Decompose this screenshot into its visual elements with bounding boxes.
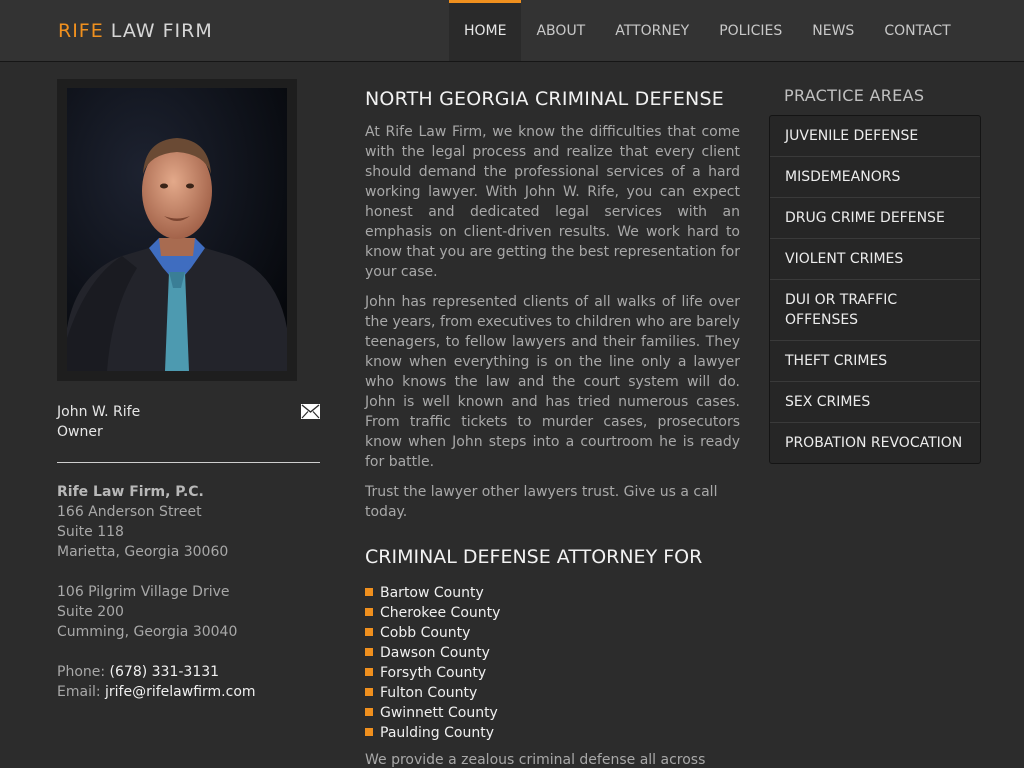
list-item[interactable]: Paulding County xyxy=(365,723,500,743)
attorney-portrait-image xyxy=(67,88,287,371)
office1-street: 166 Anderson Street xyxy=(57,504,202,520)
county-link[interactable]: Bartow County xyxy=(380,585,484,601)
bullet-square-icon xyxy=(365,708,373,716)
county-link[interactable]: Fulton County xyxy=(380,685,477,701)
county-link[interactable]: Gwinnett County xyxy=(380,705,498,721)
main-content: NORTH GEORGIA CRIMINAL DEFENSE At Rife L… xyxy=(365,88,740,522)
attorney-name: John W. Rife xyxy=(57,404,141,420)
nav-attorney[interactable]: ATTORNEY xyxy=(600,0,704,61)
site-logo[interactable]: RIFE LAW FIRM xyxy=(58,20,213,42)
attorney-role: Owner xyxy=(57,424,103,440)
email-label: Email: xyxy=(57,684,101,700)
county-link[interactable]: Cherokee County xyxy=(380,605,500,621)
list-item[interactable]: Gwinnett County xyxy=(365,703,500,723)
practice-item-juvenile-defense[interactable]: JUVENILE DEFENSE xyxy=(770,116,980,156)
page-title: NORTH GEORGIA CRIMINAL DEFENSE xyxy=(365,88,724,110)
phone-link[interactable]: (678) 331-3131 xyxy=(110,664,220,680)
bullet-square-icon xyxy=(365,648,373,656)
list-item[interactable]: Cobb County xyxy=(365,623,500,643)
nav-home[interactable]: HOME xyxy=(449,0,522,61)
bullet-square-icon xyxy=(365,728,373,736)
county-link[interactable]: Dawson County xyxy=(380,645,490,661)
main-nav: HOME ABOUT ATTORNEY POLICIES NEWS CONTAC… xyxy=(449,0,966,61)
practice-item-drug-crime-defense[interactable]: DRUG CRIME DEFENSE xyxy=(770,197,980,238)
county-link[interactable]: Paulding County xyxy=(380,725,494,741)
closing-text: We provide a zealous criminal defense al… xyxy=(365,752,706,768)
office2-city: Cumming, Georgia 30040 xyxy=(57,624,238,640)
bullet-square-icon xyxy=(365,608,373,616)
bullet-square-icon xyxy=(365,628,373,636)
attorney-photo-frame xyxy=(57,79,297,381)
attorney-photo xyxy=(67,88,287,371)
trust-paragraph: Trust the lawyer other lawyers trust. Gi… xyxy=(365,484,718,520)
list-item[interactable]: Fulton County xyxy=(365,683,500,703)
nav-about[interactable]: ABOUT xyxy=(521,0,600,61)
site-header: RIFE LAW FIRM HOME ABOUT ATTORNEY POLICI… xyxy=(0,0,1024,62)
logo-part-law-firm: LAW FIRM xyxy=(110,20,213,42)
email-link[interactable]: jrife@rifelawfirm.com xyxy=(105,684,256,700)
list-item[interactable]: Bartow County xyxy=(365,583,500,603)
nav-news[interactable]: NEWS xyxy=(797,0,869,61)
phone-label: Phone: xyxy=(57,664,106,680)
intro-paragraph: At Rife Law Firm, we know the difficulti… xyxy=(365,124,740,280)
phone-line: Phone: (678) 331-3131 xyxy=(57,662,327,682)
nav-policies[interactable]: POLICIES xyxy=(704,0,797,61)
practice-item-sex-crimes[interactable]: SEX CRIMES xyxy=(770,381,980,422)
section-heading-counties: CRIMINAL DEFENSE ATTORNEY FOR xyxy=(365,546,703,568)
bullet-square-icon xyxy=(365,668,373,676)
logo-part-rife: RIFE xyxy=(58,20,104,42)
list-item[interactable]: Dawson County xyxy=(365,643,500,663)
bullet-square-icon xyxy=(365,588,373,596)
list-item[interactable]: Cherokee County xyxy=(365,603,500,623)
county-link[interactable]: Cobb County xyxy=(380,625,470,641)
county-list: Bartow County Cherokee County Cobb Count… xyxy=(365,583,500,743)
practice-item-dui-traffic[interactable]: DUI OR TRAFFIC OFFENSES xyxy=(770,279,980,340)
practice-item-misdemeanors[interactable]: MISDEMEANORS xyxy=(770,156,980,197)
attorney-card: John W. Rife Owner xyxy=(57,402,140,442)
nav-contact[interactable]: CONTACT xyxy=(869,0,965,61)
office2-street: 106 Pilgrim Village Drive xyxy=(57,584,230,600)
list-item[interactable]: Forsyth County xyxy=(365,663,500,683)
email-line: Email: jrife@rifelawfirm.com xyxy=(57,682,327,702)
office1-suite: Suite 118 xyxy=(57,524,124,540)
bullet-square-icon xyxy=(365,688,373,696)
email-icon[interactable] xyxy=(301,404,320,423)
practice-areas-menu: JUVENILE DEFENSE MISDEMEANORS DRUG CRIME… xyxy=(769,115,981,464)
practice-item-probation-revocation[interactable]: PROBATION REVOCATION xyxy=(770,422,980,463)
practice-item-violent-crimes[interactable]: VIOLENT CRIMES xyxy=(770,238,980,279)
office1-city: Marietta, Georgia 30060 xyxy=(57,544,229,560)
firm-name: Rife Law Firm, P.C. xyxy=(57,484,204,500)
county-link[interactable]: Forsyth County xyxy=(380,665,486,681)
contact-address: Rife Law Firm, P.C. 166 Anderson Street … xyxy=(57,482,327,702)
office2-suite: Suite 200 xyxy=(57,604,124,620)
practice-areas-title: PRACTICE AREAS xyxy=(784,86,925,105)
sidebar-divider xyxy=(57,462,320,463)
experience-paragraph: John has represented clients of all walk… xyxy=(365,294,740,470)
practice-item-theft-crimes[interactable]: THEFT CRIMES xyxy=(770,340,980,381)
